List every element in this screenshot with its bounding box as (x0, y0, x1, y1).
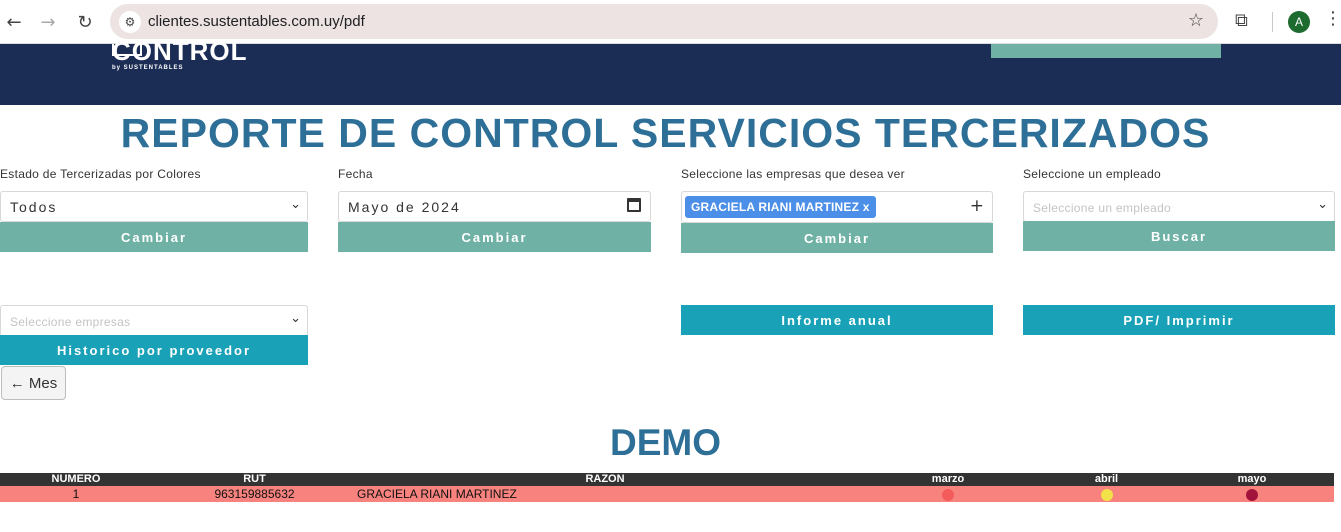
header-abril: abril (1043, 473, 1170, 486)
empleado-label: Seleccione un empleado (1023, 167, 1162, 181)
table-row[interactable]: 1 963159885632 GRACIELA RIANI MARTINEZ (0, 486, 1334, 502)
empleado-placeholder: Seleccione un empleado (1033, 201, 1172, 215)
site-header: CONTROL by SUSTENTABLES (0, 36, 1341, 105)
url-text[interactable]: clientes.sustentables.com.uy/pdf (148, 13, 365, 30)
header-button[interactable] (991, 44, 1221, 58)
extensions-icon[interactable]: ⧉ (1235, 10, 1248, 31)
estado-value: Todos (10, 199, 58, 215)
fecha-value: Mayo de 2024 (348, 199, 461, 215)
toolbar-divider (1272, 12, 1273, 32)
empresa-tag: GRACIELA RIANI MARTINEZ x (685, 196, 876, 218)
cell-marzo (853, 486, 1043, 502)
header-razon: RAZON (357, 473, 853, 486)
cell-mayo (1170, 486, 1334, 502)
company-title: DEMO (610, 422, 721, 463)
cell-razon: GRACIELA RIANI MARTINEZ (357, 486, 853, 502)
cell-rut: 963159885632 (152, 486, 357, 502)
calendar-icon[interactable] (627, 198, 641, 212)
site-settings-icon[interactable]: ⚙ (119, 11, 141, 33)
profile-avatar[interactable]: A (1288, 11, 1310, 33)
status-dot-abril[interactable] (1100, 488, 1113, 501)
informe-anual-button[interactable]: Informe anual (681, 305, 993, 335)
previous-month-button[interactable]: ← Mes (1, 366, 66, 400)
estado-label: Estado de Tercerizadas por Colores (0, 167, 201, 181)
bookmark-star-icon[interactable]: ☆ (1188, 10, 1204, 31)
header-rut: RUT (152, 473, 357, 486)
chevron-down-icon: ⌄ (290, 311, 301, 326)
header-mayo: mayo (1170, 473, 1334, 486)
forward-arrow-icon[interactable]: → (34, 8, 62, 36)
status-dot-marzo[interactable] (942, 488, 954, 501)
fecha-input[interactable]: Mayo de 2024 (338, 191, 651, 222)
empresas-label: Seleccione las empresas que desea ver (681, 167, 905, 181)
pdf-imprimir-button[interactable]: PDF/ Imprimir (1023, 305, 1335, 335)
add-icon[interactable]: + (970, 196, 984, 216)
chevron-down-icon: ⌄ (290, 197, 301, 212)
empresa-tag-label: GRACIELA RIANI MARTINEZ (691, 200, 860, 214)
page-title: REPORTE DE CONTROL SERVICIOS TERCERIZADO… (120, 110, 1211, 156)
back-arrow-icon[interactable]: ← (0, 8, 28, 36)
fecha-label: Fecha (338, 167, 373, 181)
tag-remove-icon[interactable]: x (863, 200, 870, 214)
logo-subtitle: by SUSTENTABLES (112, 65, 184, 71)
estado-select[interactable]: Todos ⌄ (0, 191, 308, 222)
empleado-select[interactable]: Seleccione un empleado ⌄ (1023, 191, 1335, 222)
buscar-button[interactable]: Buscar (1023, 221, 1335, 251)
fecha-cambiar-button[interactable]: Cambiar (338, 222, 651, 252)
empresas-placeholder: Seleccione empresas (10, 315, 131, 329)
chevron-down-icon: ⌄ (1317, 197, 1328, 212)
logo[interactable]: CONTROL (112, 36, 248, 67)
reload-icon[interactable]: ↻ (71, 8, 99, 36)
status-dot-mayo[interactable] (1246, 488, 1258, 501)
empresas-cambiar-button[interactable]: Cambiar (681, 223, 993, 253)
header-marzo: marzo (853, 473, 1043, 486)
historico-button[interactable]: Historico por proveedor (0, 335, 308, 365)
estado-cambiar-button[interactable]: Cambiar (0, 222, 308, 252)
report-table: NUMERO RUT RAZON marzo abril mayo 1 9631… (0, 473, 1334, 502)
cell-numero: 1 (0, 486, 152, 502)
address-bar[interactable]: ⚙ clientes.sustentables.com.uy/pdf ☆ (110, 4, 1218, 39)
browser-menu-icon[interactable]: ⋮ (1324, 8, 1341, 29)
table-header-row: NUMERO RUT RAZON marzo abril mayo (0, 473, 1334, 486)
header-numero: NUMERO (0, 473, 152, 486)
empresas-select[interactable]: Seleccione empresas ⌄ (0, 305, 308, 336)
cell-abril (1043, 486, 1170, 502)
